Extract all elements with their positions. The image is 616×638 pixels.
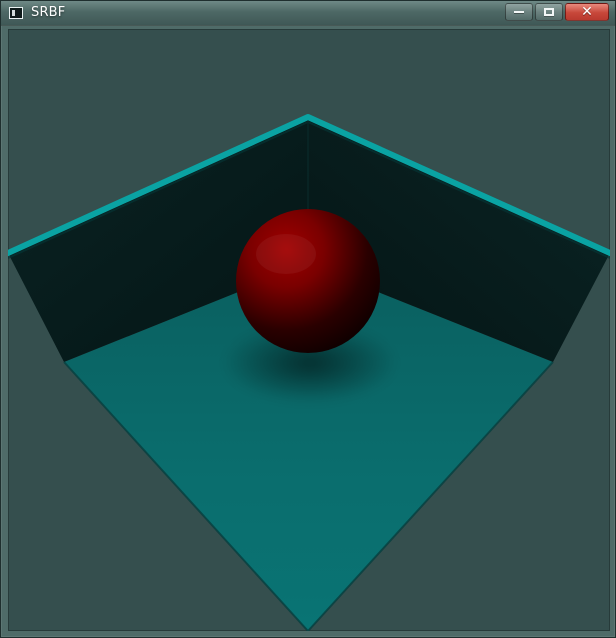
- render-viewport[interactable]: [8, 29, 610, 631]
- sphere-rim-light: [256, 234, 316, 274]
- title-bar[interactable]: SRBF ✕: [1, 1, 615, 26]
- maximize-icon: [544, 8, 554, 16]
- minimize-icon: [514, 11, 524, 13]
- app-icon: [9, 7, 23, 19]
- close-icon: ✕: [581, 4, 593, 20]
- maximize-button[interactable]: [535, 3, 563, 21]
- 3d-scene: [8, 114, 610, 631]
- red-sphere: [236, 209, 380, 353]
- window-caption-buttons: ✕: [505, 3, 609, 21]
- window-title: SRBF: [31, 5, 66, 20]
- minimize-button[interactable]: [505, 3, 533, 21]
- close-button[interactable]: ✕: [565, 3, 609, 21]
- app-window: SRBF ✕: [0, 0, 616, 638]
